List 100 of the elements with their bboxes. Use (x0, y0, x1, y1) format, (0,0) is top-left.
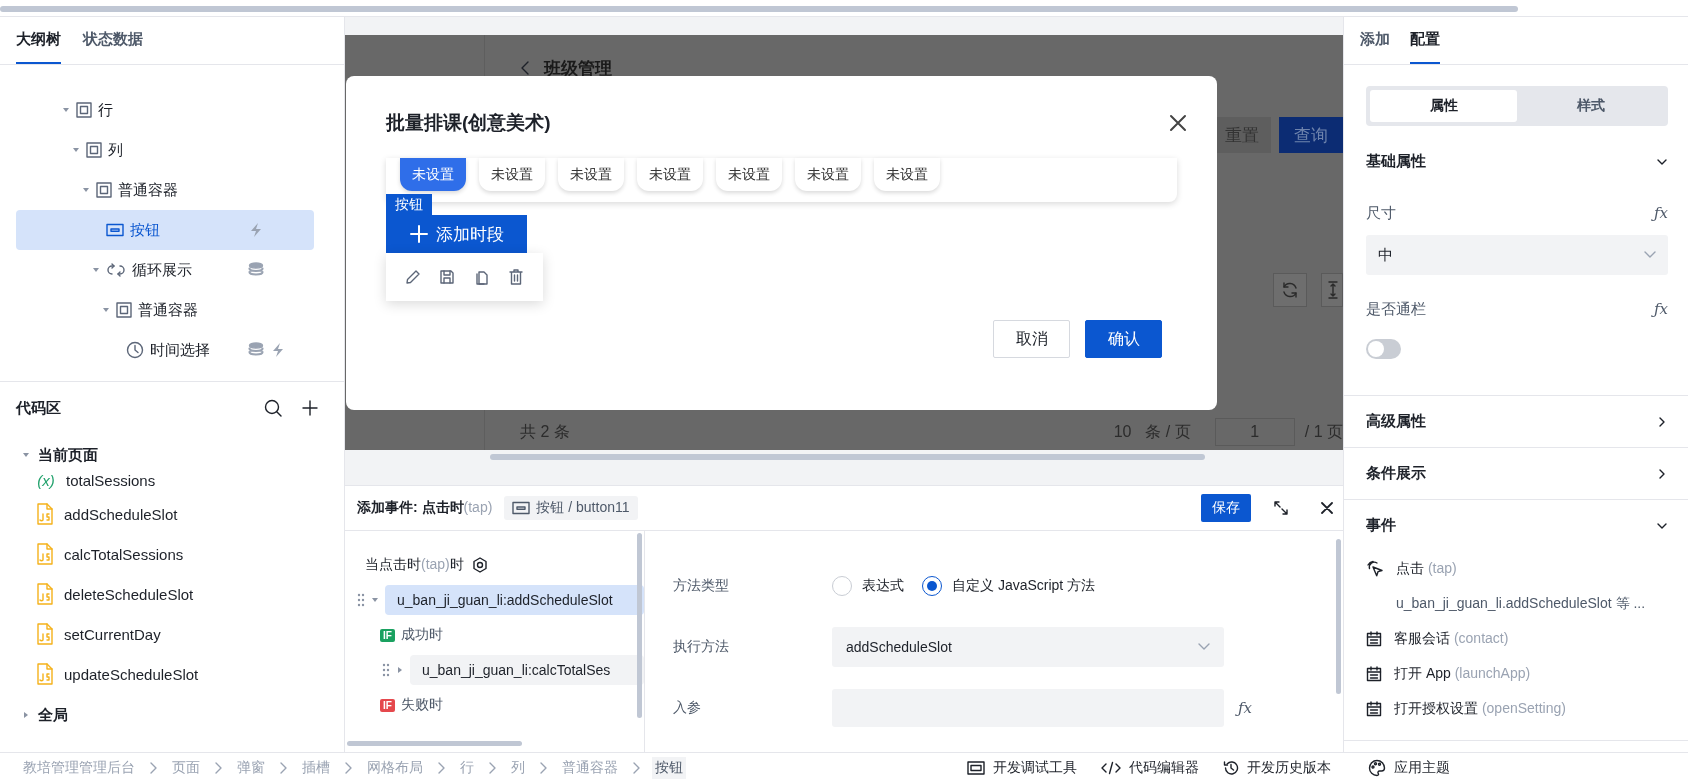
script-file-icon (36, 623, 54, 645)
event-label[interactable]: 客服会话 (contact) (1394, 629, 1509, 648)
code-item[interactable]: deleteScheduleSlot (16, 574, 328, 614)
add-button[interactable]: 添加时段 (386, 215, 527, 253)
cancel-button[interactable]: 取消 (993, 320, 1070, 358)
container-icon (116, 302, 132, 318)
action-item[interactable]: u_ban_ji_guan_li:calcTotalSes (410, 655, 644, 685)
copy-icon[interactable] (473, 269, 490, 285)
click-icon (1366, 559, 1384, 578)
plus-icon (409, 225, 428, 243)
day-chip[interactable]: 未设置 (716, 158, 782, 191)
radio-option[interactable]: 表达式 (832, 576, 904, 596)
confirm-button[interactable]: 确认 (1085, 320, 1162, 358)
event-label[interactable]: 点击 (tap) (1396, 559, 1457, 578)
size-select[interactable]: 中 (1366, 235, 1668, 275)
section-title: 代码区 (16, 398, 61, 418)
scrollbar[interactable] (0, 6, 1518, 12)
event-label[interactable]: 打开授权设置 (openSetting) (1394, 699, 1566, 718)
method-select[interactable]: addScheduleSlot (832, 627, 1224, 667)
palette-icon (1368, 759, 1386, 777)
day-chip[interactable]: 未设置 (637, 158, 703, 191)
script-file-icon (36, 583, 54, 605)
field-label: 执行方法 (673, 638, 730, 656)
calendar-icon (1366, 630, 1382, 647)
close-button[interactable] (1169, 114, 1187, 132)
code-group[interactable]: 全局 (16, 698, 74, 732)
drag-handle-icon[interactable] (382, 663, 390, 677)
segment-tab[interactable]: 属性 (1370, 90, 1517, 122)
search-icon[interactable] (264, 399, 282, 417)
tree-item[interactable]: 普通容器 (16, 290, 314, 330)
expand-button[interactable] (1273, 500, 1289, 516)
day-chip[interactable]: 未设置 (400, 158, 466, 191)
section-header[interactable]: 事件 (1366, 500, 1668, 551)
tool-button[interactable]: 应用主题 (1368, 759, 1450, 777)
tree-item[interactable]: 时间选择 (16, 330, 314, 370)
tree-item[interactable]: 普通容器 (16, 170, 314, 210)
section-header[interactable]: 条件展示 (1366, 448, 1668, 499)
close-icon (1321, 502, 1333, 514)
tree-item[interactable]: 行 (16, 90, 314, 130)
action-item[interactable]: u_ban_ji_guan_li:addScheduleSlot (385, 585, 644, 615)
drag-handle-icon[interactable] (357, 593, 365, 607)
caret-icon[interactable] (62, 106, 70, 114)
clock-icon (126, 341, 144, 359)
tool-button[interactable]: 开发历史版本 (1223, 759, 1331, 777)
code-icon (1101, 761, 1121, 775)
scrollbar[interactable] (490, 454, 1205, 460)
calendar-icon (1366, 665, 1382, 682)
code-item[interactable]: setCurrentDay (16, 614, 328, 654)
pencil-icon[interactable] (405, 269, 422, 285)
back-icon[interactable] (520, 60, 530, 76)
panel-tab[interactable]: 大纲树 (16, 17, 61, 64)
close-icon (1169, 114, 1187, 132)
day-chip[interactable]: 未设置 (479, 158, 545, 191)
day-chip[interactable]: 未设置 (795, 158, 861, 191)
selection-tag: 按钮 (386, 194, 432, 215)
tree-item[interactable]: 列 (16, 130, 314, 170)
save-icon[interactable] (439, 269, 456, 285)
code-item[interactable]: addScheduleSlot (16, 494, 328, 534)
branch-label: 成功时 (400, 626, 443, 644)
panel-tab[interactable]: 添加 (1360, 17, 1390, 64)
button-icon (106, 223, 124, 237)
caret-icon[interactable] (72, 146, 80, 154)
panel-tab[interactable]: 配置 (1410, 17, 1440, 64)
section-header[interactable]: 基础属性 (1366, 136, 1668, 187)
code-item[interactable]: calcTotalSessions (16, 534, 328, 574)
scrollbar[interactable] (637, 533, 642, 718)
trigger-label: 当点击时(tap)时 (365, 556, 464, 574)
toggle-switch[interactable] (1366, 339, 1401, 359)
event-handler[interactable]: u_ban_ji_guan_li.addScheduleSlot 等 ... (1396, 594, 1646, 613)
trash-icon[interactable] (507, 269, 524, 285)
field-label: 方法类型 (673, 577, 730, 595)
day-chip[interactable]: 未设置 (874, 158, 940, 191)
height-button[interactable] (1321, 273, 1343, 307)
code-item[interactable]: updateScheduleSlot (16, 654, 328, 694)
scrollbar[interactable] (1336, 539, 1341, 694)
tool-button[interactable]: 开发调试工具 (967, 759, 1077, 777)
section-header[interactable]: 高级属性 (1366, 396, 1668, 447)
day-chip[interactable]: 未设置 (558, 158, 624, 191)
settings-icon[interactable] (471, 557, 488, 573)
tree-item[interactable]: 循环展示 (16, 250, 314, 290)
refresh-button[interactable] (1273, 273, 1307, 307)
breadcrumb-link[interactable]: 按钮 (652, 757, 686, 779)
radio-option[interactable]: 自定义 JavaScript 方法 (922, 576, 1096, 596)
close-button[interactable] (1321, 502, 1333, 514)
caret-icon[interactable] (102, 306, 110, 314)
save-button[interactable]: 保存 (1201, 494, 1251, 522)
field-label: 尺寸 (1366, 203, 1396, 223)
panel-tab[interactable]: 状态数据 (83, 17, 143, 64)
caret-icon[interactable] (92, 266, 100, 274)
event-label[interactable]: 打开 App (launchApp) (1394, 664, 1531, 683)
tree-item[interactable]: 按钮 (16, 210, 314, 250)
container-icon (96, 182, 112, 198)
plus-icon[interactable] (302, 400, 318, 416)
caret-icon[interactable] (82, 186, 90, 194)
scrollbar[interactable] (347, 741, 522, 746)
caret-icon[interactable] (396, 666, 404, 674)
expand-icon (1273, 500, 1289, 516)
tool-button[interactable]: 代码编辑器 (1101, 759, 1199, 777)
segment-tab[interactable]: 样式 (1517, 90, 1664, 122)
caret-icon[interactable] (371, 596, 379, 604)
